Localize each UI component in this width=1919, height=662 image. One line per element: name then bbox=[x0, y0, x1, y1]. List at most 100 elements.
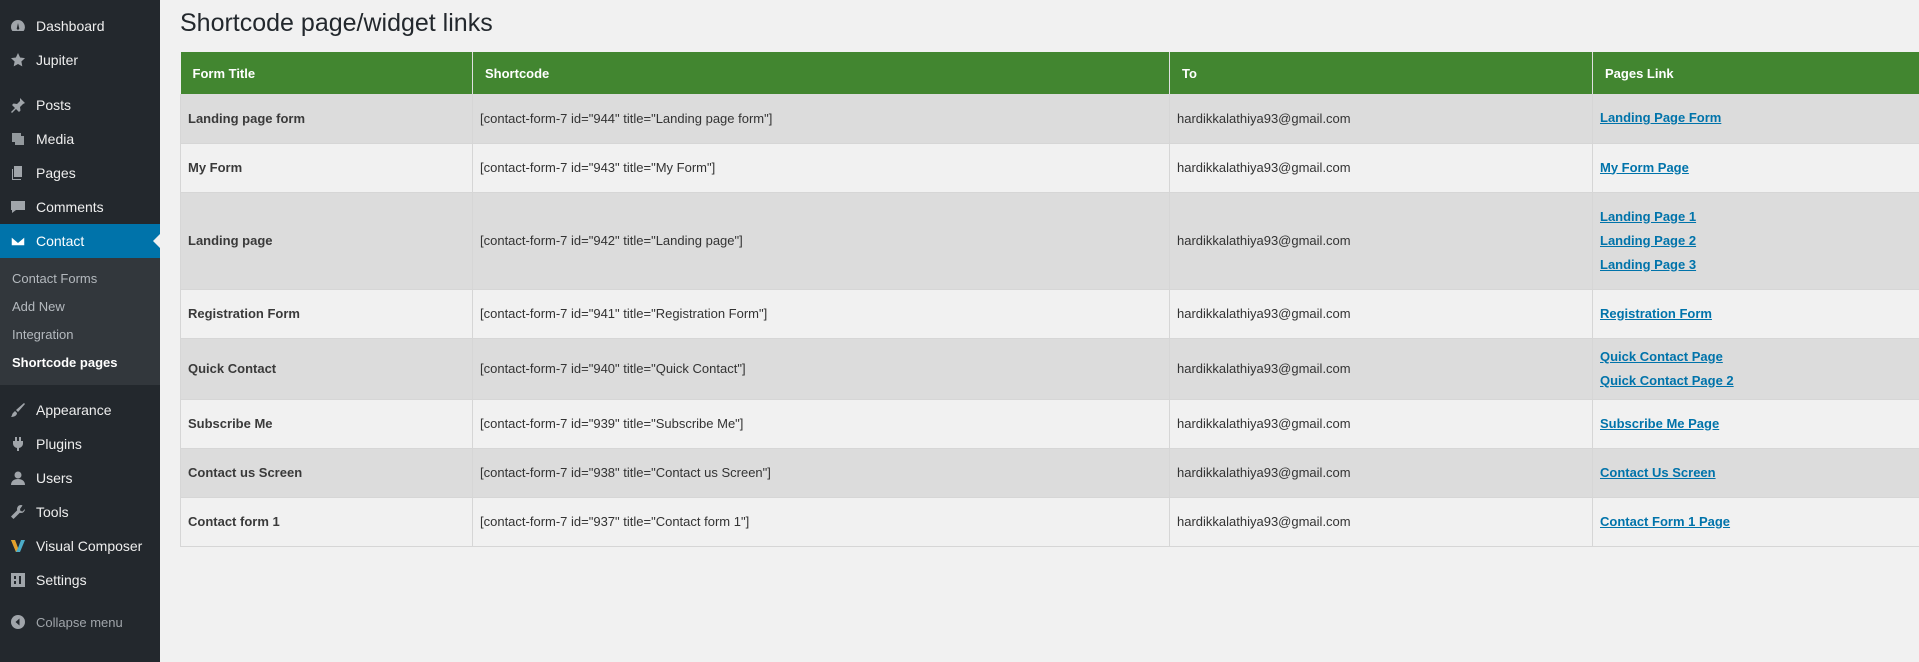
cell-pages-link: Registration Form bbox=[1592, 289, 1919, 339]
cell-shortcode: [contact-form-7 id="937" title="Contact … bbox=[472, 497, 1170, 547]
sidebar-item-appearance[interactable]: Appearance bbox=[0, 393, 160, 427]
column-header-to: To bbox=[1169, 52, 1593, 94]
cell-to-email: hardikkalathiya93@gmail.com bbox=[1169, 289, 1593, 339]
cell-to-email: hardikkalathiya93@gmail.com bbox=[1169, 448, 1593, 498]
page-link-landing-page-3[interactable]: Landing Page 3 bbox=[1600, 253, 1919, 277]
cell-form-title: Quick Contact bbox=[180, 338, 473, 400]
collapse-menu-button[interactable]: Collapse menu bbox=[0, 605, 160, 639]
cell-to-email: hardikkalathiya93@gmail.com bbox=[1169, 94, 1593, 144]
page-link-contact-us-screen[interactable]: Contact Us Screen bbox=[1600, 461, 1919, 485]
shortcode-table: Form Title Shortcode To Pages Link Landi… bbox=[180, 52, 1919, 547]
table-row: Landing page [contact-form-7 id="942" tit… bbox=[180, 192, 1919, 290]
vc-icon bbox=[10, 538, 26, 554]
table-row: Contact form 1 [contact-form-7 id="937" t… bbox=[180, 497, 1919, 547]
sidebar-item-settings[interactable]: Settings bbox=[0, 563, 160, 597]
pin-icon bbox=[10, 97, 26, 113]
cell-form-title: My Form bbox=[180, 143, 473, 193]
sidebar-item-jupiter[interactable]: Jupiter bbox=[0, 43, 160, 77]
sidebar-item-contact[interactable]: Contact bbox=[0, 224, 160, 258]
sidebar-item-posts[interactable]: Posts bbox=[0, 88, 160, 122]
cell-pages-link: Landing Page Form bbox=[1592, 94, 1919, 144]
cell-shortcode: [contact-form-7 id="944" title="Landing … bbox=[472, 94, 1170, 144]
sidebar-item-users[interactable]: Users bbox=[0, 461, 160, 495]
column-header-shortcode: Shortcode bbox=[472, 52, 1170, 94]
page-link-quick-contact-page[interactable]: Quick Contact Page bbox=[1600, 345, 1919, 369]
table-row: Contact us Screen [contact-form-7 id="938… bbox=[180, 448, 1919, 498]
cell-form-title: Landing page form bbox=[180, 94, 473, 144]
cell-shortcode: [contact-form-7 id="939" title="Subscrib… bbox=[472, 399, 1170, 449]
cell-shortcode: [contact-form-7 id="943" title="My Form"… bbox=[472, 143, 1170, 193]
sidebar-item-label: Pages bbox=[36, 165, 76, 181]
table-row: Subscribe Me [contact-form-7 id="939" tit… bbox=[180, 399, 1919, 449]
sidebar-item-label: Users bbox=[36, 470, 73, 486]
sidebar-item-tools[interactable]: Tools bbox=[0, 495, 160, 529]
cell-pages-link: My Form Page bbox=[1592, 143, 1919, 193]
cell-pages-link: Subscribe Me Page bbox=[1592, 399, 1919, 449]
sidebar-item-label: Plugins bbox=[36, 436, 82, 452]
cell-pages-link: Contact Form 1 Page bbox=[1592, 497, 1919, 547]
page-link-my-form-page[interactable]: My Form Page bbox=[1600, 156, 1919, 180]
contact-submenu: Contact Forms Add New Integration Shortcode… bbox=[0, 258, 160, 385]
cell-form-title: Contact us Screen bbox=[180, 448, 473, 498]
submenu-item-contact-forms[interactable]: Contact Forms bbox=[0, 265, 160, 293]
cell-form-title: Registration Form bbox=[180, 289, 473, 339]
cell-to-email: hardikkalathiya93@gmail.com bbox=[1169, 399, 1593, 449]
sidebar-item-label: Posts bbox=[36, 97, 72, 113]
sidebar-item-visual-composer[interactable]: Visual Composer bbox=[0, 529, 160, 563]
sidebar-item-label: Jupiter bbox=[36, 52, 79, 68]
cell-to-email: hardikkalathiya93@gmail.com bbox=[1169, 143, 1593, 193]
sidebar-item-label: Visual Composer bbox=[36, 538, 143, 554]
brush-icon bbox=[10, 402, 26, 418]
collapse-menu-label: Collapse menu bbox=[36, 614, 123, 630]
sidebar-item-pages[interactable]: Pages bbox=[0, 156, 160, 190]
cell-to-email: hardikkalathiya93@gmail.com bbox=[1169, 338, 1593, 400]
sidebar-item-media[interactable]: Media bbox=[0, 122, 160, 156]
shortcode-table-wrapper: Form Title Shortcode To Pages Link Landi… bbox=[180, 52, 1919, 547]
page-link-landing-page-form[interactable]: Landing Page Form bbox=[1600, 106, 1919, 130]
sidebar-item-label: Settings bbox=[36, 572, 87, 588]
page-link-registration-form[interactable]: Registration Form bbox=[1600, 302, 1919, 326]
column-header-form-title: Form Title bbox=[180, 52, 473, 94]
page-link-quick-contact-page-2[interactable]: Quick Contact Page 2 bbox=[1600, 369, 1919, 393]
cell-form-title: Landing page bbox=[180, 192, 473, 290]
page-link-contact-form-1-page[interactable]: Contact Form 1 Page bbox=[1600, 510, 1919, 534]
dashboard-icon bbox=[10, 18, 26, 34]
page-link-landing-page-2[interactable]: Landing Page 2 bbox=[1600, 229, 1919, 253]
sidebar-item-label: Appearance bbox=[36, 402, 112, 418]
page-title: Shortcode page/widget links bbox=[180, 9, 493, 37]
table-row: Quick Contact [contact-form-7 id="940" ti… bbox=[180, 338, 1919, 400]
table-header-row: Form Title Shortcode To Pages Link bbox=[180, 52, 1919, 94]
cell-form-title: Contact form 1 bbox=[180, 497, 473, 547]
sidebar-item-label: Contact bbox=[36, 233, 85, 249]
cell-to-email: hardikkalathiya93@gmail.com bbox=[1169, 497, 1593, 547]
wrench-icon bbox=[10, 504, 26, 520]
cell-shortcode: [contact-form-7 id="942" title="Landing … bbox=[472, 192, 1170, 290]
sidebar-item-label: Tools bbox=[36, 504, 69, 520]
admin-sidebar: Dashboard Jupiter Posts Media Pages Comments… bbox=[0, 0, 160, 662]
sidebar-item-label: Media bbox=[36, 131, 75, 147]
cell-shortcode: [contact-form-7 id="940" title="Quick Co… bbox=[472, 338, 1170, 400]
user-icon bbox=[10, 470, 26, 486]
table-row: Registration Form [contact-form-7 id="941… bbox=[180, 289, 1919, 339]
cell-form-title: Subscribe Me bbox=[180, 399, 473, 449]
sidebar-item-comments[interactable]: Comments bbox=[0, 190, 160, 224]
submenu-item-shortcode-pages[interactable]: Shortcode pages bbox=[0, 349, 160, 377]
main-content: Shortcode page/widget links Form Title S… bbox=[160, 0, 1919, 662]
table-row: Landing page form [contact-form-7 id="944… bbox=[180, 94, 1919, 144]
sidebar-item-label: Dashboard bbox=[36, 18, 105, 34]
cell-shortcode: [contact-form-7 id="941" title="Registra… bbox=[472, 289, 1170, 339]
cell-pages-link: Quick Contact Page Quick Contact Page 2 bbox=[1592, 338, 1919, 400]
sidebar-item-dashboard[interactable]: Dashboard bbox=[0, 9, 160, 43]
submenu-item-add-new[interactable]: Add New bbox=[0, 293, 160, 321]
sidebar-item-label: Comments bbox=[36, 199, 104, 215]
collapse-icon bbox=[10, 614, 26, 630]
sidebar-item-plugins[interactable]: Plugins bbox=[0, 427, 160, 461]
table-row: My Form [contact-form-7 id="943" title="M… bbox=[180, 143, 1919, 193]
mail-icon bbox=[10, 233, 26, 249]
plugin-icon bbox=[10, 436, 26, 452]
page-link-subscribe-me-page[interactable]: Subscribe Me Page bbox=[1600, 412, 1919, 436]
comment-icon bbox=[10, 199, 26, 215]
wp-admin-app: Dashboard Jupiter Posts Media Pages Comments… bbox=[0, 0, 1919, 662]
submenu-item-integration[interactable]: Integration bbox=[0, 321, 160, 349]
page-link-landing-page-1[interactable]: Landing Page 1 bbox=[1600, 205, 1919, 229]
